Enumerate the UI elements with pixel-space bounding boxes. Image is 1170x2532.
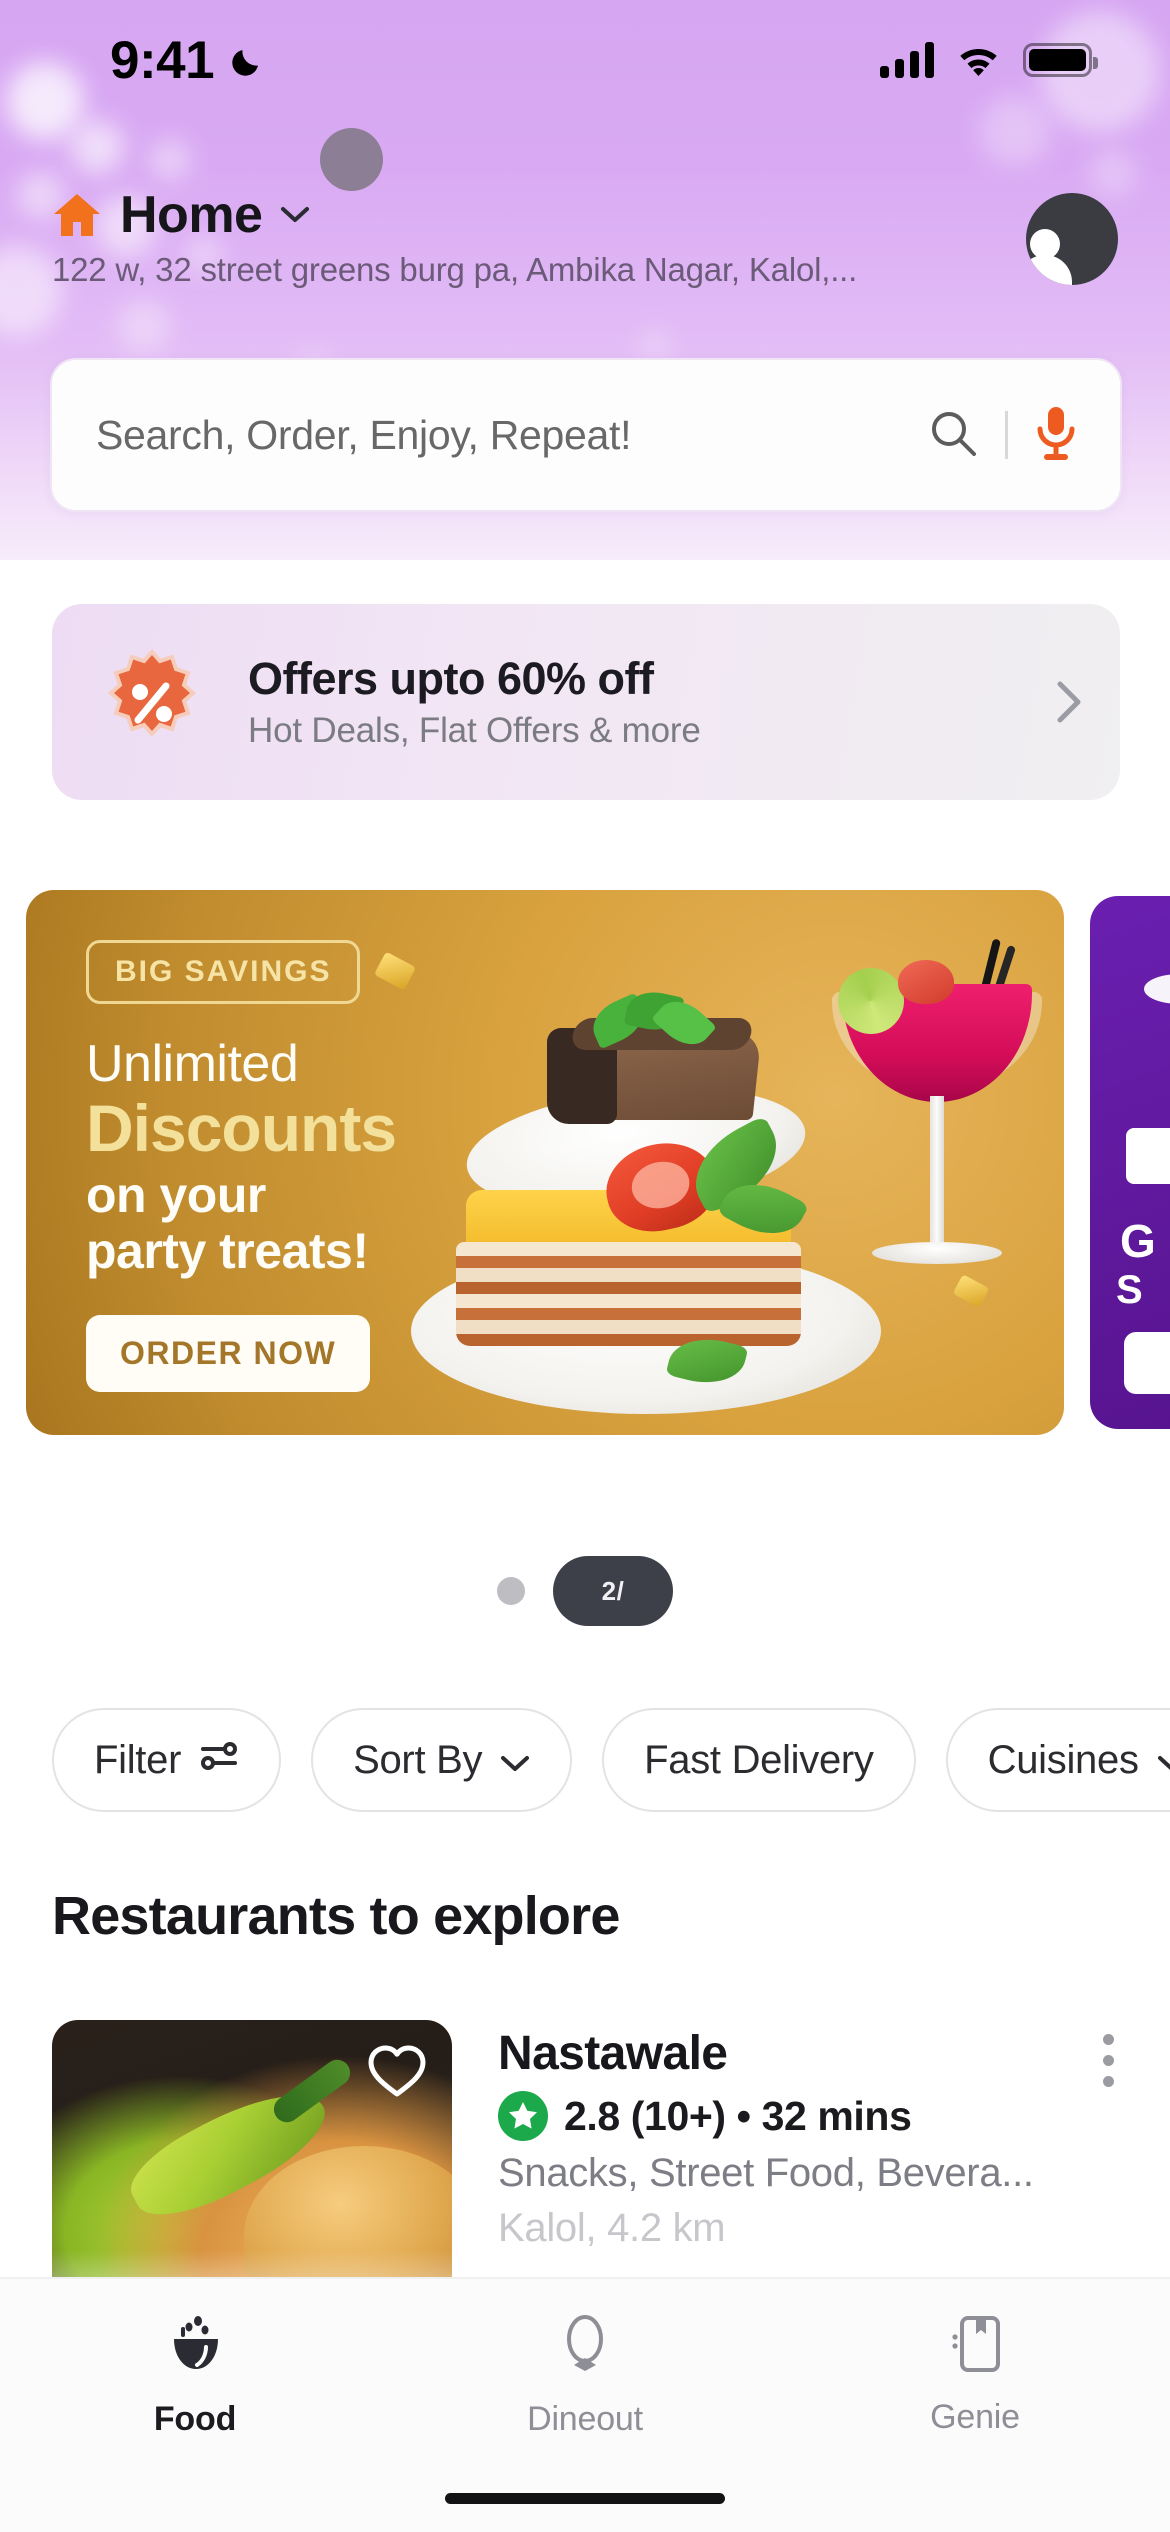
status-bar: 9:41 [0,0,1170,120]
search-icon[interactable] [927,407,979,464]
filter-chips-row[interactable]: Filter Sort By Fast Delivery Cuisines [0,1700,1170,1820]
house-icon [52,191,102,239]
cocktail-glass-image [829,938,1042,1306]
next-slide-chip [1126,1128,1170,1184]
bokeh-decoration [150,140,190,180]
home-label: Home [120,186,263,244]
address-row: Home 122 w, 32 street greens burg pa, Am… [52,185,1118,289]
offers-subtitle: Hot Deals, Flat Offers & more [248,711,701,750]
wifi-icon [956,43,1001,77]
restaurant-name: Nastawale [498,2027,728,2080]
restaurant-meta: 2.8 (10+) • 32 mins [498,2091,1118,2141]
camera-dot-indicator [320,128,383,191]
promo-line-1: Unlimited [86,1035,299,1093]
section-title-restaurants: Restaurants to explore [52,1886,620,1946]
restaurant-rating: 2.8 (10+) • 32 mins [564,2092,912,2139]
avatar-body [1026,255,1072,285]
bokeh-decoration [640,330,670,360]
bokeh-decoration [118,300,170,352]
search-divider [1005,411,1008,459]
nav-label-dineout: Dineout [527,2400,643,2438]
chevron-down-icon [1157,1738,1170,1783]
chip-filter[interactable]: Filter [52,1708,282,1812]
nav-label-food: Food [153,2400,237,2438]
more-vertical-icon[interactable] [1103,2034,1114,2087]
carousel-counter-label: 2/ [601,1575,625,1606]
chocolate-cake-image [531,986,762,1128]
nav-item-food[interactable]: Food [0,2279,390,2532]
bowtie-icon [554,2313,616,2382]
star-rating-badge-icon [498,2091,548,2141]
sliders-icon [199,1738,239,1783]
promo-slide-next[interactable]: G S [1090,896,1170,1429]
cellular-signal-icon [880,42,934,78]
carousel-pagination[interactable]: 2/ [0,1548,1170,1634]
avatar[interactable] [1026,193,1118,285]
promo-line-3: on your party treats! [86,1167,369,1280]
chip-label: Sort By [353,1737,483,1782]
chevron-right-icon[interactable] [1056,680,1082,724]
promo-carousel[interactable]: BIG SAVINGS Unlimited Discounts on your … [0,890,1170,1440]
order-now-button[interactable]: ORDER NOW [86,1315,371,1393]
percent-badge-icon [98,648,206,756]
carousel-dot[interactable] [497,1577,525,1605]
promo-slide-current[interactable]: BIG SAVINGS Unlimited Discounts on your … [26,890,1064,1435]
chip-label: Filter [94,1737,182,1782]
genie-bag-icon [946,2313,1004,2380]
search-actions [927,405,1078,466]
chip-cuisines[interactable]: Cuisines [945,1708,1170,1812]
heart-outline-icon[interactable] [366,2042,428,2100]
address-left: Home 122 w, 32 street greens burg pa, Am… [52,185,857,289]
cloud-decoration [1144,974,1170,1004]
carousel-counter-pill: 2/ [553,1556,673,1626]
crescent-moon-icon [228,40,268,80]
offers-title: Offers upto 60% off [248,653,654,704]
promo-line-2: Discounts [86,1091,397,1165]
next-slide-button[interactable] [1124,1332,1170,1394]
next-slide-line-1: G [1120,1215,1156,1267]
offers-text-group: Offers upto 60% off Hot Deals, Flat Offe… [248,653,1014,751]
chip-sort-by[interactable]: Sort By [311,1708,573,1812]
restaurant-location: Kalol, 4.2 km [498,2206,726,2250]
next-slide-line-2: S [1116,1268,1143,1312]
chevron-down-icon[interactable] [280,206,310,224]
offers-banner[interactable]: Offers upto 60% off Hot Deals, Flat Offe… [52,604,1120,800]
search-input[interactable]: Search, Order, Enjoy, Repeat! [96,412,927,459]
bokeh-decoration [70,120,124,174]
home-selector[interactable]: Home [52,185,857,245]
chip-label: Fast Delivery [644,1737,874,1782]
lasagna-image [456,1115,810,1393]
status-bar-right [880,42,1098,78]
search-bar[interactable]: Search, Order, Enjoy, Repeat! [50,358,1122,512]
nav-item-genie[interactable]: Genie [780,2279,1170,2532]
status-time: 9:41 [110,30,215,90]
restaurant-categories: Snacks, Street Food, Bevera... [498,2151,1034,2195]
nav-label-genie: Genie [930,2398,1020,2436]
chip-label: Cuisines [987,1737,1139,1782]
address-text[interactable]: 122 w, 32 street greens burg pa, Ambika … [52,251,857,289]
chip-fast-delivery[interactable]: Fast Delivery [602,1708,916,1812]
battery-full-icon [1023,43,1098,77]
food-bowl-icon [162,2313,228,2382]
promo-eyebrow-badge: BIG SAVINGS [86,940,361,1004]
chevron-down-icon [500,1738,530,1783]
microphone-icon[interactable] [1034,405,1078,466]
home-indicator [445,2493,725,2504]
status-bar-left: 9:41 [110,30,268,91]
promo-text-group: BIG SAVINGS Unlimited Discounts on your … [86,940,506,1393]
